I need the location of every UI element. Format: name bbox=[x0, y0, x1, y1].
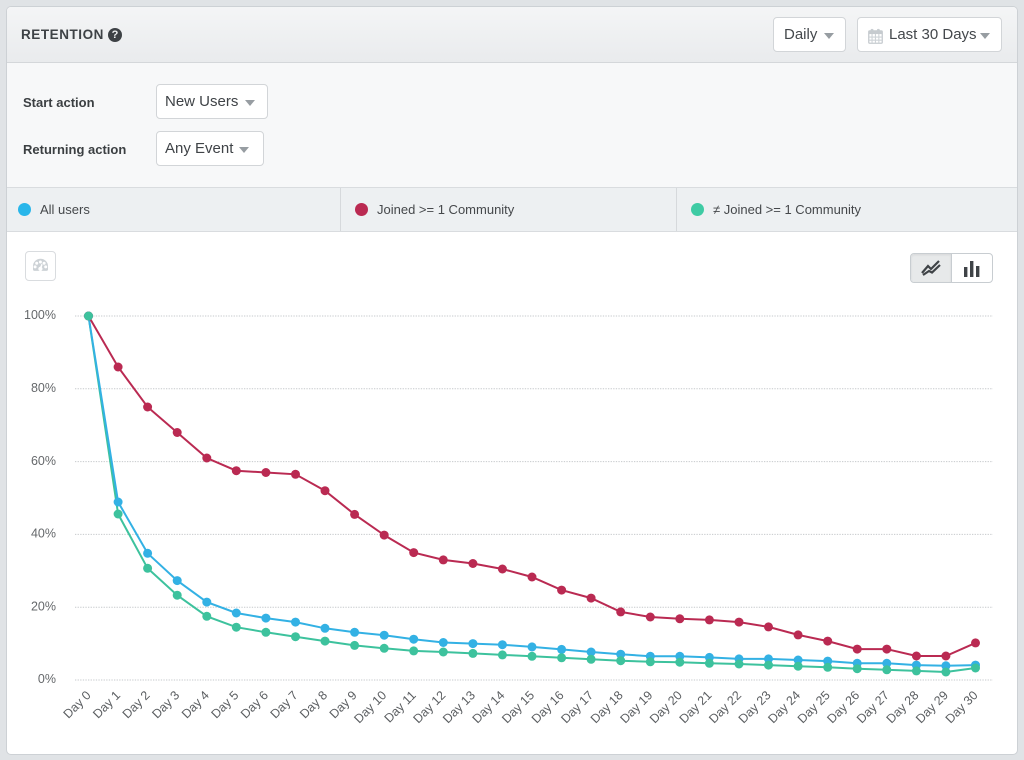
svg-text:Day 22: Day 22 bbox=[706, 688, 744, 726]
svg-text:Day 24: Day 24 bbox=[765, 688, 803, 726]
svg-text:Day 1: Day 1 bbox=[90, 688, 123, 721]
svg-text:Day 16: Day 16 bbox=[529, 688, 567, 726]
svg-text:Day 17: Day 17 bbox=[558, 688, 596, 726]
svg-text:100%: 100% bbox=[24, 308, 56, 322]
svg-text:Day 6: Day 6 bbox=[238, 688, 271, 721]
svg-text:Day 3: Day 3 bbox=[149, 688, 182, 721]
svg-text:60%: 60% bbox=[31, 454, 56, 468]
svg-text:Day 20: Day 20 bbox=[647, 688, 685, 726]
svg-text:Day 2: Day 2 bbox=[120, 688, 153, 721]
svg-text:Day 18: Day 18 bbox=[588, 688, 626, 726]
svg-text:Day 21: Day 21 bbox=[677, 688, 715, 726]
svg-text:Day 26: Day 26 bbox=[824, 688, 862, 726]
svg-text:Day 14: Day 14 bbox=[470, 688, 508, 726]
svg-text:0%: 0% bbox=[38, 672, 56, 686]
svg-text:Day 8: Day 8 bbox=[297, 688, 330, 721]
svg-text:Day 4: Day 4 bbox=[179, 688, 212, 721]
svg-text:40%: 40% bbox=[31, 527, 56, 541]
svg-text:Day 27: Day 27 bbox=[854, 688, 892, 726]
svg-text:Day 0: Day 0 bbox=[61, 688, 94, 721]
svg-text:Day 25: Day 25 bbox=[795, 688, 833, 726]
svg-text:Day 30: Day 30 bbox=[943, 688, 981, 726]
svg-text:Day 15: Day 15 bbox=[499, 688, 537, 726]
svg-text:Day 28: Day 28 bbox=[884, 688, 922, 726]
svg-text:20%: 20% bbox=[31, 599, 56, 613]
svg-text:Day 23: Day 23 bbox=[736, 688, 774, 726]
svg-text:80%: 80% bbox=[31, 381, 56, 395]
svg-text:Day 10: Day 10 bbox=[351, 688, 389, 726]
svg-text:Day 19: Day 19 bbox=[618, 688, 656, 726]
svg-text:Day 7: Day 7 bbox=[268, 688, 301, 721]
svg-text:Day 29: Day 29 bbox=[913, 688, 951, 726]
svg-text:Day 12: Day 12 bbox=[411, 688, 449, 726]
svg-text:Day 13: Day 13 bbox=[440, 688, 478, 726]
svg-text:Day 5: Day 5 bbox=[208, 688, 241, 721]
